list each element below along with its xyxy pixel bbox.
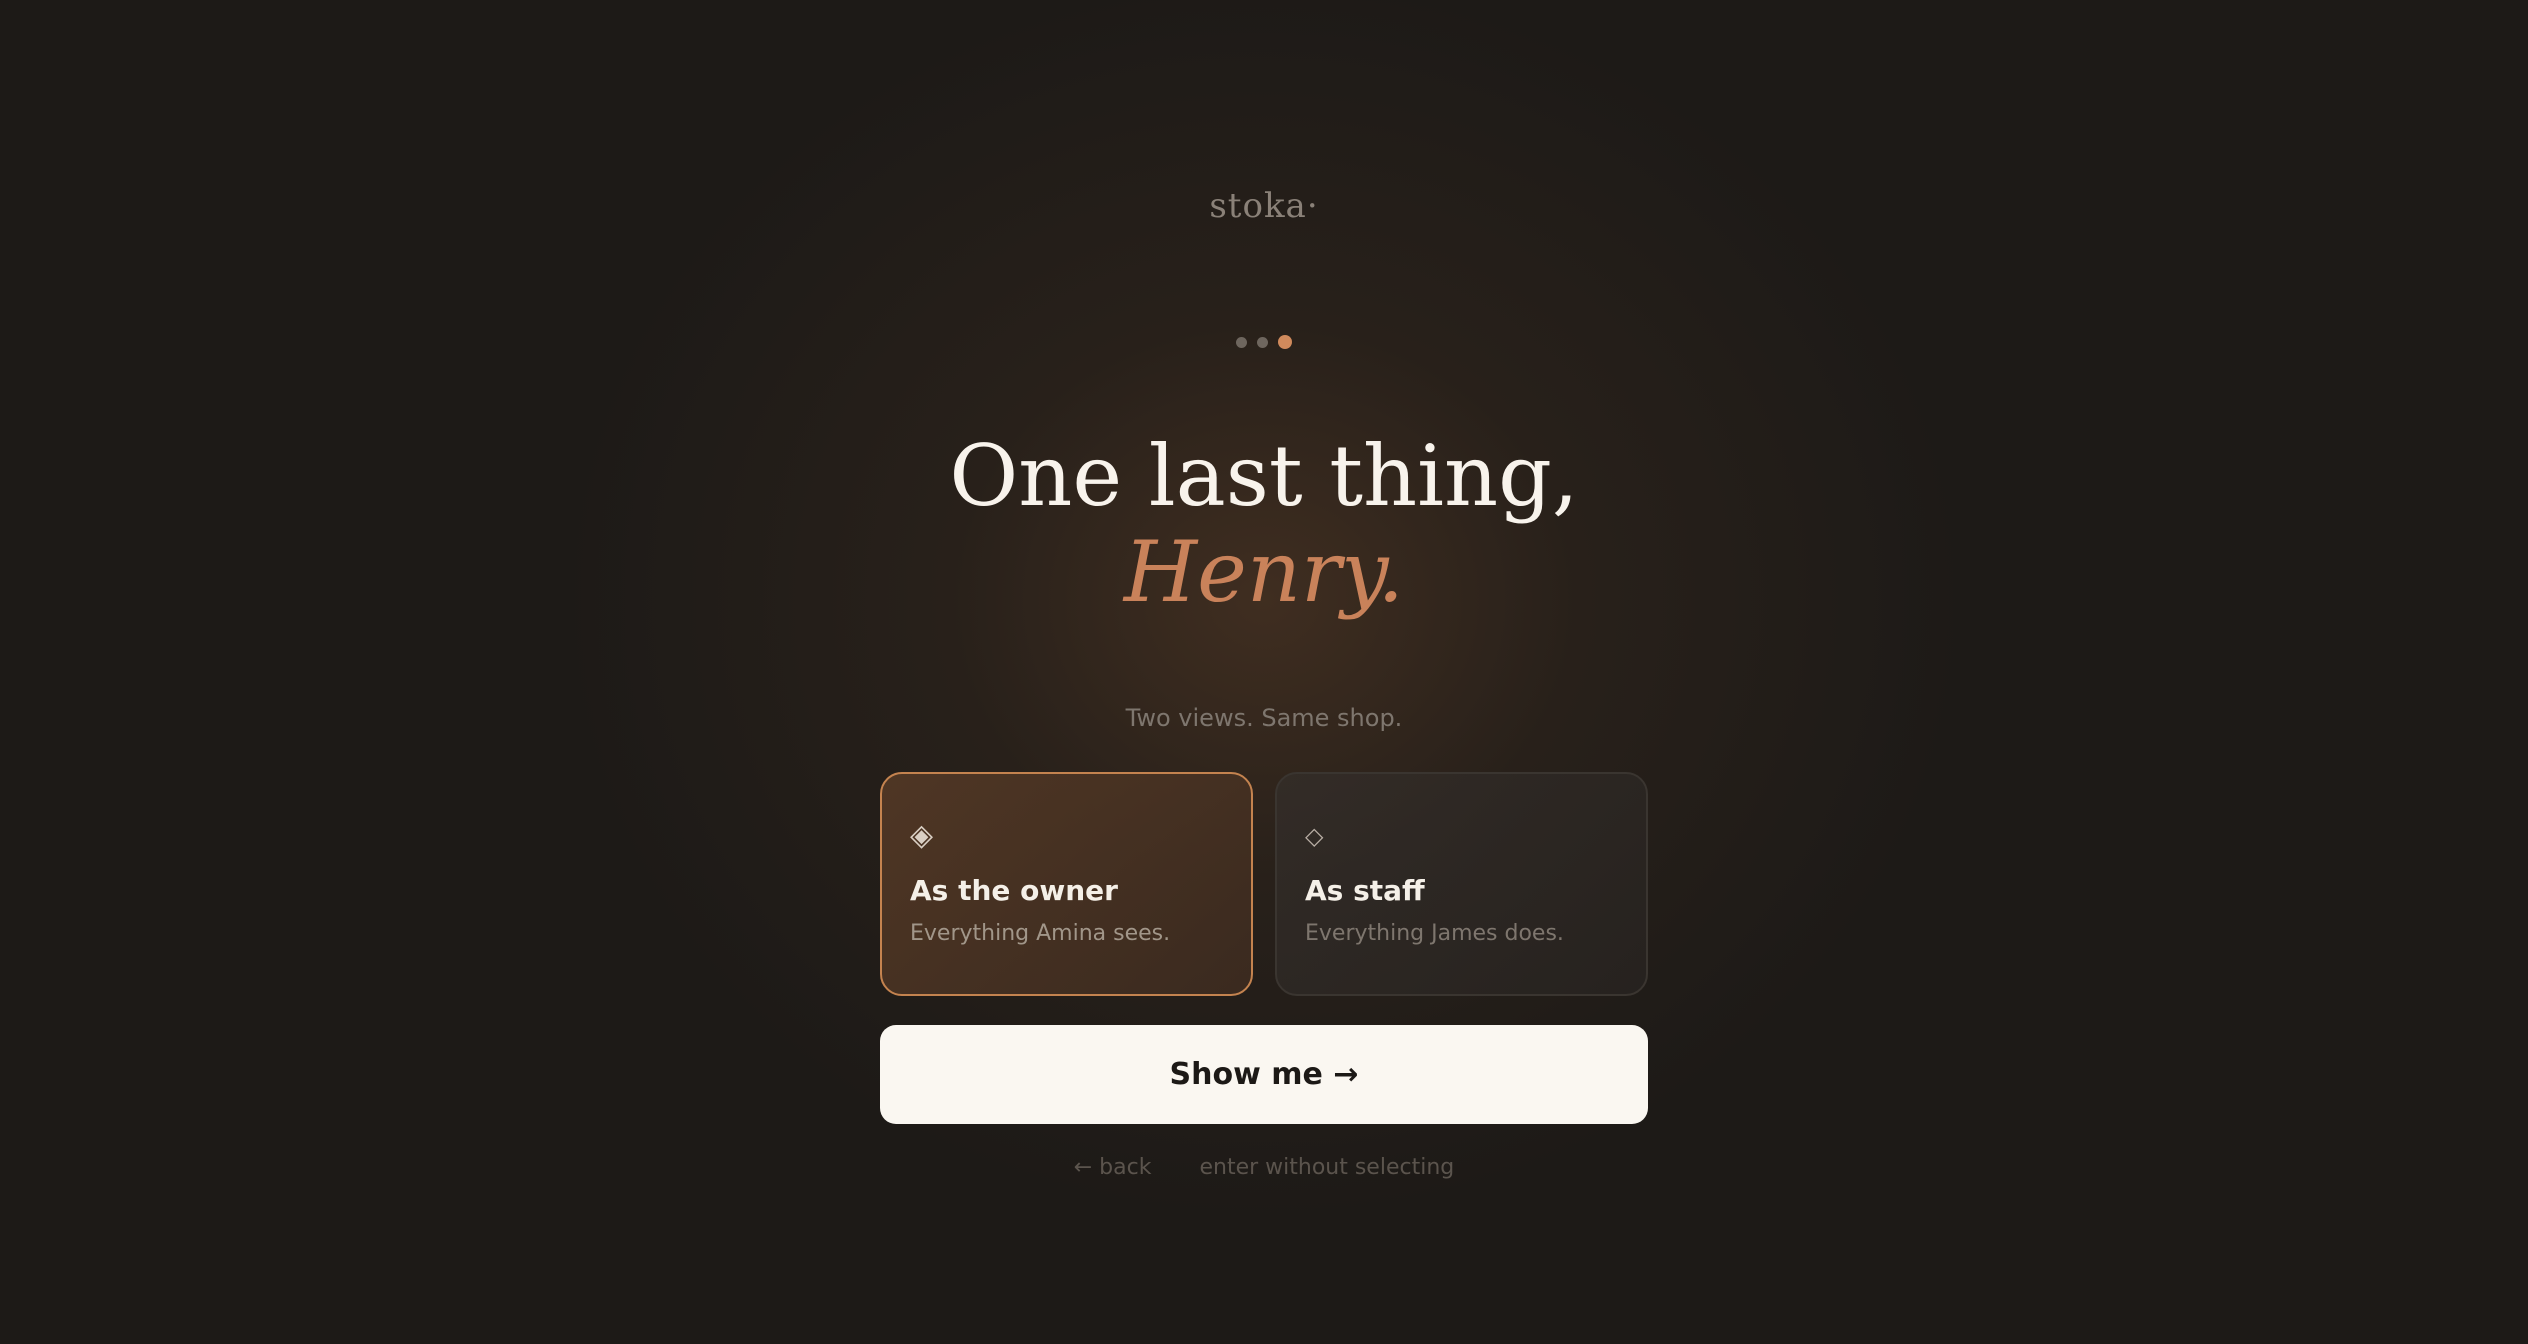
enter-without-selecting-link[interactable]: enter without selecting: [1199, 1155, 1454, 1180]
role-options: ◈ As the owner Everything Amina sees. ◇ …: [880, 772, 1648, 996]
title-line: One last thing,: [949, 427, 1579, 525]
show-me-button[interactable]: Show me →: [880, 1025, 1648, 1124]
role-card-title: As the owner: [910, 874, 1118, 907]
diamond-filled-icon: ◈: [910, 818, 934, 853]
role-card-description: Everything James does.: [1305, 921, 1564, 946]
role-card-staff[interactable]: ◇ As staff Everything James does.: [1275, 772, 1648, 996]
role-card-description: Everything Amina sees.: [910, 921, 1171, 946]
step-dot-2: [1257, 336, 1268, 348]
brand-logo-dot: ·: [1306, 186, 1319, 226]
secondary-links: ← back enter without selecting: [0, 1155, 2528, 1180]
back-link[interactable]: ← back: [1074, 1155, 1152, 1180]
brand-logo: stoka·: [0, 186, 2528, 226]
role-card-title: As staff: [1305, 874, 1425, 907]
step-dot-3-active: [1278, 335, 1292, 349]
role-card-owner[interactable]: ◈ As the owner Everything Amina sees.: [880, 772, 1253, 996]
diamond-outline-icon: ◇: [1305, 822, 1324, 850]
step-indicator: [0, 335, 2528, 349]
page-subtitle: Two views. Same shop.: [1125, 704, 1403, 732]
step-dot-1: [1236, 336, 1247, 348]
onboarding-screen: stoka· One last thing, Henry. Two views.…: [0, 0, 2528, 1344]
brand-logo-text: stoka: [1209, 186, 1307, 226]
page-title: One last thing, Henry.: [0, 428, 2528, 620]
title-user-name: Henry.: [1123, 523, 1405, 621]
